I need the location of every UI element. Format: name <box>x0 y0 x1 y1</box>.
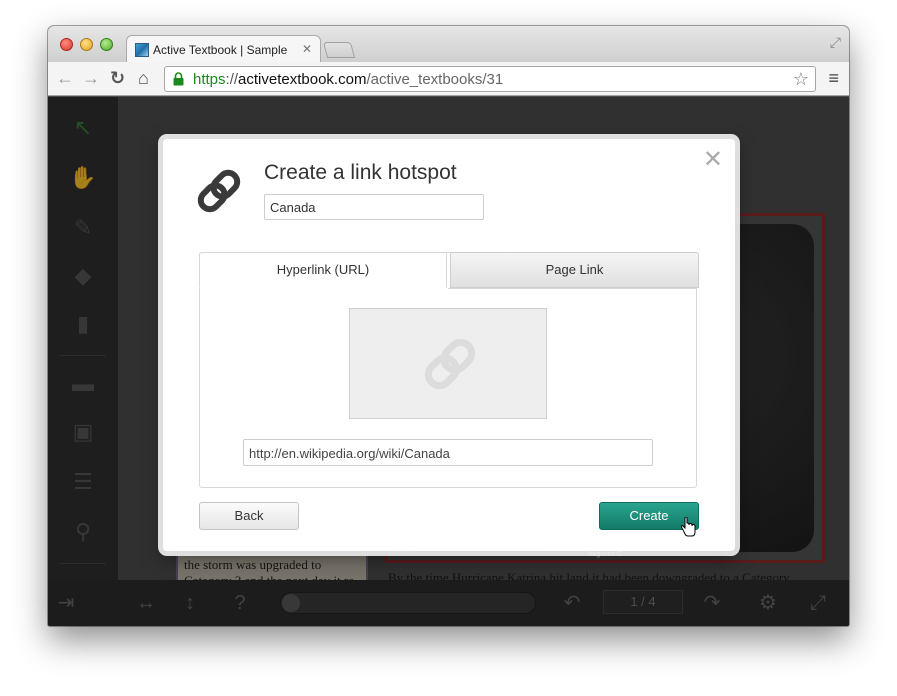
menu-icon[interactable]: ≡ <box>828 68 839 89</box>
tab-hyperlink-url[interactable]: Hyperlink (URL) <box>199 252 447 288</box>
lock-icon <box>173 72 184 86</box>
zoom-window-button[interactable] <box>100 38 113 51</box>
browser-toolbar: ← → ↻ ⌂ https://activetextbook.com/activ… <box>48 62 849 96</box>
favicon-icon <box>135 43 149 57</box>
minimize-window-button[interactable] <box>80 38 93 51</box>
close-icon[interactable]: ✕ <box>703 145 723 174</box>
link-icon <box>197 169 241 213</box>
url-input[interactable]: http://en.wikipedia.org/wiki/Canada <box>243 439 653 466</box>
dialog-title: Create a link hotspot <box>264 161 457 184</box>
link-type-panel: Hyperlink (URL) Page Link http://en.wiki… <box>199 252 699 488</box>
star-icon[interactable]: ☆ <box>793 69 809 90</box>
browser-window: Active Textbook | Sample ✕ ⤢ ← → ↻ ⌂ htt… <box>48 26 849 626</box>
fullscreen-icon[interactable]: ⤢ <box>830 34 841 51</box>
link-preview-icon <box>424 338 476 390</box>
new-tab-button[interactable] <box>322 42 356 58</box>
hotspot-title-input[interactable]: Canada <box>264 194 484 220</box>
home-icon[interactable]: ⌂ <box>138 68 149 89</box>
url-scheme: https <box>193 71 226 88</box>
browser-titlebar: Active Textbook | Sample ✕ ⤢ <box>48 26 849 63</box>
address-bar[interactable]: https://activetextbook.com/active_textbo… <box>164 66 816 92</box>
url-host: activetextbook.com <box>238 71 367 88</box>
create-link-hotspot-dialog: ✕ Create a link hotspot Canada Hyperlink… <box>163 139 735 551</box>
forward-arrow-icon[interactable]: → <box>82 68 100 89</box>
url-path: /active_textbooks/31 <box>366 71 504 88</box>
tab-divider <box>448 288 696 289</box>
close-window-button[interactable] <box>60 38 73 51</box>
tab-title: Active Textbook | Sample <box>153 43 288 57</box>
url-separator: :// <box>225 71 239 88</box>
browser-tab[interactable]: Active Textbook | Sample ✕ <box>126 35 321 63</box>
reload-icon[interactable]: ↻ <box>110 68 125 89</box>
link-preview-box <box>349 308 547 419</box>
back-arrow-icon[interactable]: ← <box>56 68 74 89</box>
tab-close-icon[interactable]: ✕ <box>302 42 312 56</box>
tab-page-link[interactable]: Page Link <box>450 252 699 288</box>
back-button[interactable]: Back <box>199 502 299 530</box>
cursor-hand-icon <box>680 517 696 537</box>
